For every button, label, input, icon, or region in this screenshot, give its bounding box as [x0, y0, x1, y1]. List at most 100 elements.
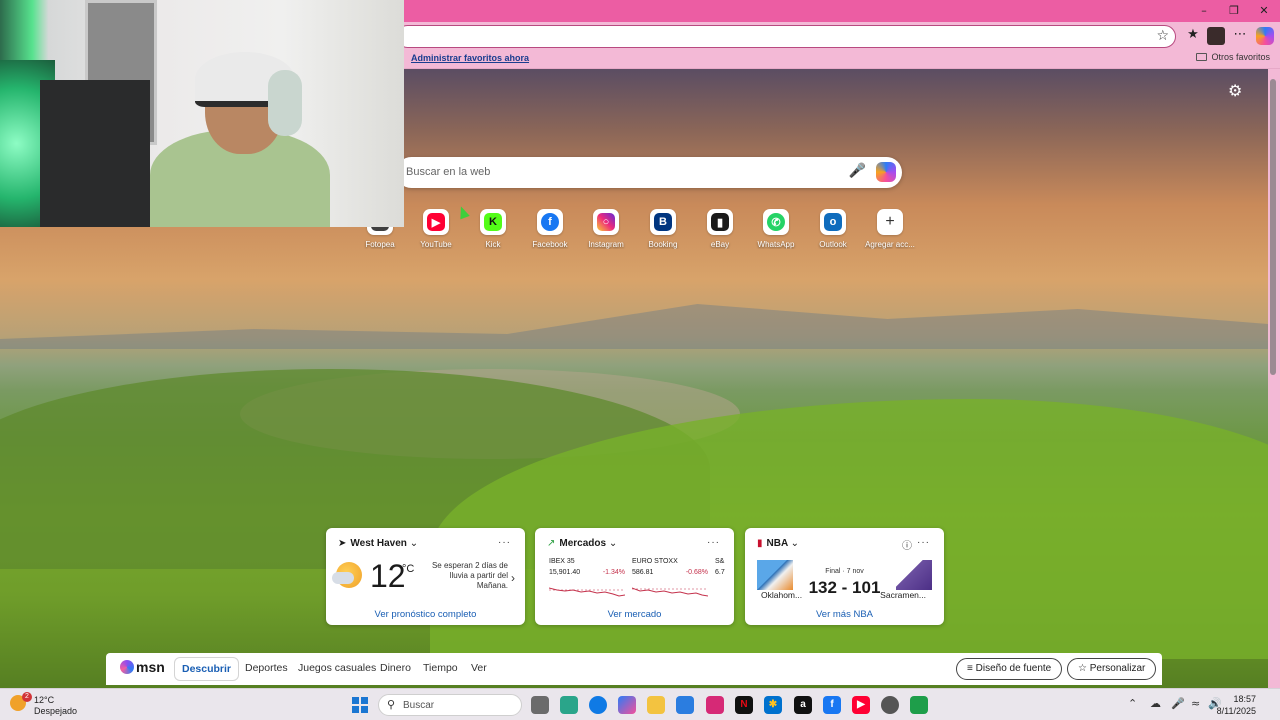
youtube-taskbar-icon[interactable]: ▶ [852, 696, 870, 714]
kick-icon: K [480, 209, 506, 235]
info-icon[interactable]: ⓘ [902, 537, 912, 552]
copilot-icon[interactable] [876, 162, 896, 182]
scrollbar-thumb[interactable] [1270, 79, 1276, 375]
profile-avatar[interactable] [1207, 27, 1225, 45]
market-item-eurostoxx[interactable]: EURO STOXX 586.81 -0.68% [632, 558, 708, 606]
ellipsis-icon[interactable]: ··· [917, 537, 930, 548]
walmart-icon[interactable]: ✱ [764, 696, 782, 714]
close-button[interactable]: ✕ [1249, 3, 1279, 19]
microphone-icon[interactable]: 🎤 [849, 163, 866, 179]
font-design-button[interactable]: ≡ Diseño de fuente [956, 658, 1063, 680]
facebook-icon: f [537, 209, 563, 235]
msn-logo-text: msn [136, 659, 165, 675]
address-bar[interactable]: ☆ [396, 25, 1176, 48]
market-sparkline [549, 587, 625, 597]
app-icon-green[interactable] [910, 696, 928, 714]
amazon-icon[interactable]: a [794, 696, 812, 714]
file-explorer-icon[interactable] [647, 696, 665, 714]
nba-card-header[interactable]: ▮ NBA ⌄ [757, 538, 803, 549]
quick-link-add[interactable]: + Agregar acc... [860, 209, 920, 249]
wifi-icon[interactable]: ≈ [1191, 697, 1200, 710]
netflix-icon[interactable]: N [735, 696, 753, 714]
favorites-icon[interactable]: ★ [1184, 27, 1202, 45]
market-item-ibex[interactable]: IBEX 35 15,901.40 -1.34% [549, 558, 625, 606]
facebook-taskbar-icon[interactable]: f [823, 696, 841, 714]
edge-icon[interactable] [589, 696, 607, 714]
tab-juegos-casuales[interactable]: Juegos casuales [298, 662, 376, 674]
webcam-desk [40, 80, 150, 227]
booking-icon: B [650, 209, 676, 235]
search-box[interactable]: Buscar en la web 🎤 [396, 157, 902, 188]
quick-link-label: Booking [648, 240, 678, 249]
store-icon[interactable] [676, 696, 694, 714]
msn-butterfly-icon [120, 660, 134, 674]
tab-ver[interactable]: Ver [471, 662, 487, 674]
full-forecast-link[interactable]: Ver pronóstico completo [326, 609, 525, 620]
nba-icon: ▮ [757, 538, 763, 549]
quick-link-kick[interactable]: K Kick [463, 209, 523, 249]
page-scrollbar[interactable] [1268, 69, 1280, 688]
quick-link-label: Instagram [588, 240, 624, 249]
quick-link-youtube[interactable]: ▶ YouTube [406, 209, 466, 249]
ellipsis-icon[interactable]: ··· [498, 537, 511, 548]
tab-descubrir[interactable]: Descubrir [174, 657, 240, 681]
markets-card[interactable]: ↗ Mercados ⌄ ··· IBEX 35 15,901.40 -1.34% … [535, 528, 734, 625]
onedrive-icon[interactable]: ☁ [1150, 697, 1161, 710]
tab-deportes[interactable]: Deportes [245, 662, 288, 674]
instagram-taskbar-icon[interactable] [706, 696, 724, 714]
more-nba-link[interactable]: Ver más NBA [745, 609, 944, 620]
copilot-taskbar-icon[interactable] [618, 696, 636, 714]
nba-card[interactable]: ▮ NBA ⌄ ⓘ ··· Final · 7 nov 132 - 101 Okl… [745, 528, 944, 625]
webcam-overlay [0, 0, 404, 227]
tab-dinero[interactable]: Dinero [380, 662, 411, 674]
quick-link-ebay[interactable]: ▮ eBay [690, 209, 750, 249]
gear-icon[interactable]: ⚙ [1228, 81, 1242, 100]
chevron-down-icon: ⌄ [409, 538, 419, 549]
ellipsis-icon[interactable]: ⋯ [1231, 27, 1249, 45]
taskbar-clock[interactable]: 18:57 8/11/2025 [1217, 693, 1256, 717]
markets-icon: ↗ [547, 538, 556, 549]
chevron-right-icon[interactable]: › [511, 571, 515, 585]
markets-card-header[interactable]: ↗ Mercados ⌄ [547, 538, 621, 549]
manage-favorites-link[interactable]: Administrar favoritos ahora [411, 53, 529, 63]
weather-card-header[interactable]: ➤ West Haven ⌄ [338, 538, 422, 549]
personalize-button[interactable]: ☆ Personalizar [1067, 658, 1157, 680]
clock-time: 18:57 [1233, 694, 1256, 704]
app-icon-teal[interactable] [560, 696, 578, 714]
markets-title: Mercados [559, 538, 607, 549]
search-placeholder: Buscar en la web [406, 166, 491, 178]
quick-link-outlook[interactable]: o Outlook [803, 209, 863, 249]
font-design-label: Diseño de fuente [975, 663, 1052, 674]
taskbar: 2 12°C Despejado ⚲ Buscar N ✱ a f ▶ ⌃ ☁ … [0, 688, 1280, 720]
market-item-sp[interactable]: S& 6.7 [715, 558, 727, 606]
temperature-value: 12 [370, 558, 406, 594]
quick-link-facebook[interactable]: f Facebook [520, 209, 580, 249]
tab-tiempo[interactable]: Tiempo [423, 662, 458, 674]
market-name: IBEX 35 [549, 558, 575, 565]
ellipsis-icon[interactable]: ··· [707, 537, 720, 548]
market-value: 6.7 [715, 569, 725, 576]
start-button[interactable] [352, 697, 368, 713]
taskbar-search[interactable]: ⚲ Buscar [378, 694, 522, 716]
market-value: 586.81 [632, 569, 654, 576]
market-change: -0.68% [685, 569, 708, 576]
weather-location: West Haven [350, 538, 407, 549]
task-view-icon[interactable] [531, 696, 549, 714]
copilot-icon[interactable] [1256, 27, 1274, 45]
quick-link-whatsapp[interactable]: ✆ WhatsApp [746, 209, 806, 249]
star-icon[interactable]: ☆ [1156, 28, 1169, 44]
weather-card[interactable]: ➤ West Haven ⌄ ··· 12 °C Se esperan 2 día… [326, 528, 525, 625]
quick-link-label: Facebook [532, 240, 568, 249]
chevron-up-icon[interactable]: ⌃ [1128, 697, 1137, 710]
quick-link-booking[interactable]: B Booking [633, 209, 693, 249]
view-market-link[interactable]: Ver mercado [535, 609, 734, 620]
quick-link-instagram[interactable]: ○ Instagram [576, 209, 636, 249]
msn-logo[interactable]: msn [120, 659, 165, 675]
whatsapp-icon: ✆ [763, 209, 789, 235]
other-favorites-folder[interactable]: Otros favoritos [1196, 52, 1270, 62]
minimize-button[interactable]: – [1189, 3, 1219, 19]
ebay-icon: ▮ [707, 209, 733, 235]
obs-icon[interactable] [881, 696, 899, 714]
microphone-tray-icon[interactable]: 🎤 [1171, 697, 1185, 710]
restore-button[interactable]: ❐ [1219, 3, 1249, 19]
